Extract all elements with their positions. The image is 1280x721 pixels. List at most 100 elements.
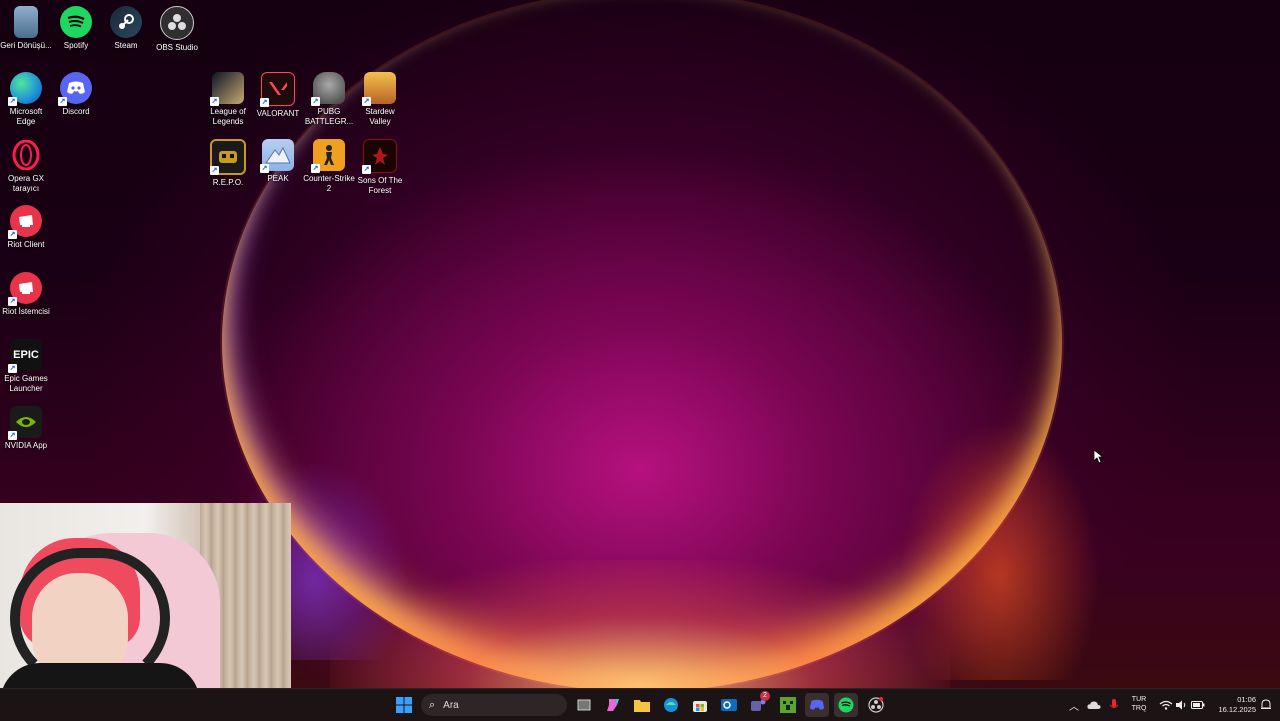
clock-time: 01:06 bbox=[1237, 695, 1256, 704]
stardew-valley-icon: ↗ bbox=[362, 72, 396, 106]
pubg-icon: ↗ bbox=[311, 72, 345, 106]
taskbar-clock[interactable]: 01:06 16.12.2025 bbox=[1208, 695, 1256, 715]
desktop-icon-label: Spotify bbox=[63, 41, 89, 50]
chevron-up-icon: ︿ bbox=[1069, 701, 1079, 713]
desktop-icon-nvidia[interactable]: ↗ NVIDIA App bbox=[0, 406, 52, 451]
sons-of-the-forest-icon: ↗ bbox=[362, 139, 397, 174]
desktop-icon-label: Counter-Strike 2 bbox=[303, 174, 355, 193]
desktop-icon-sons-of-the-forest[interactable]: ↗ Sons Of The Forest bbox=[354, 139, 406, 196]
desktop-icon-counter-strike[interactable]: ↗ Counter-Strike 2 bbox=[303, 139, 355, 194]
task-view-button[interactable] bbox=[572, 693, 596, 717]
epic-games-icon: EPIC ↗ bbox=[8, 339, 42, 373]
spotify-icon bbox=[838, 697, 854, 713]
desktop-icon-repo[interactable]: ↗ R.E.P.O. bbox=[202, 139, 254, 188]
store-button[interactable] bbox=[688, 693, 712, 717]
copilot-button[interactable] bbox=[601, 693, 625, 717]
opera-gx-icon bbox=[10, 139, 42, 171]
peak-icon: ↗ bbox=[260, 139, 294, 173]
desktop-icon-riot-client[interactable]: ↗ Riot Client bbox=[0, 205, 52, 250]
minecraft-button[interactable] bbox=[776, 693, 800, 717]
obs-taskbar-button[interactable] bbox=[864, 693, 888, 717]
desktop-icon-league-of-legends[interactable]: ↗ League of Legends bbox=[202, 72, 254, 127]
keyboard-layout: TRQ bbox=[1131, 705, 1147, 712]
outlook-button[interactable] bbox=[717, 693, 741, 717]
desktop-icon-label: VALORANT bbox=[256, 109, 300, 118]
edge-taskbar-button[interactable] bbox=[659, 693, 683, 717]
recycle-bin-icon bbox=[14, 6, 38, 38]
task-view-icon bbox=[577, 699, 591, 711]
desktop-icon-label: Discord bbox=[62, 107, 90, 116]
desktop-icon-opera-gx[interactable]: Opera GX tarayıcı bbox=[0, 139, 52, 194]
desktop-icon-steam[interactable]: Steam bbox=[100, 6, 152, 51]
desktop-icon-label: Stardew Valley bbox=[365, 107, 395, 126]
desktop-icon-label: Geri Dönüşü... bbox=[0, 41, 52, 50]
desktop-icon-label: PUBG BATTLEGR... bbox=[304, 107, 354, 126]
desktop-icon-label: NVIDIA App bbox=[4, 441, 48, 450]
desktop-icon-label: Sons Of The Forest bbox=[357, 176, 403, 195]
desktop-icon-label: Riot Client bbox=[7, 240, 45, 249]
spotify-taskbar-button[interactable] bbox=[834, 693, 858, 717]
edge-icon: ↗ bbox=[8, 72, 42, 106]
repo-icon: ↗ bbox=[210, 139, 246, 175]
store-icon bbox=[693, 701, 707, 712]
desktop-icon-valorant[interactable]: ↗ VALORANT bbox=[252, 72, 304, 119]
desktop-icon-label: OBS Studio bbox=[156, 43, 198, 52]
start-icon bbox=[396, 697, 412, 713]
battery-icon bbox=[1191, 701, 1205, 709]
file-explorer-button[interactable] bbox=[630, 693, 654, 717]
language-code: TUR bbox=[1131, 696, 1147, 703]
taskbar: ⌕ Ara 2 ︿ TUR TRQ 01:06 16.12.2025 bbox=[0, 688, 1280, 721]
desktop-icon-obs[interactable]: OBS Studio bbox=[151, 6, 203, 53]
microphone-button[interactable] bbox=[1102, 693, 1126, 717]
outlook-icon bbox=[721, 699, 737, 711]
spotify-icon bbox=[60, 6, 92, 38]
obs-icon bbox=[160, 6, 194, 40]
discord-icon bbox=[809, 699, 825, 710]
desktop-icon-label: PEAK bbox=[267, 174, 289, 183]
desktop-icon-pubg[interactable]: ↗ PUBG BATTLEGR... bbox=[303, 72, 355, 127]
battery-button[interactable] bbox=[1186, 693, 1210, 717]
notifications-button[interactable] bbox=[1254, 693, 1278, 717]
desktop-icon-label: Microsoft Edge bbox=[9, 107, 43, 126]
language-indicator[interactable]: TUR TRQ bbox=[1128, 695, 1150, 713]
counter-strike-icon: ↗ bbox=[311, 139, 345, 173]
desktop-icon-label: R.E.P.O. bbox=[212, 178, 244, 187]
riot-client-icon: ↗ bbox=[8, 205, 42, 239]
microphone-icon bbox=[1109, 699, 1119, 708]
minecraft-icon bbox=[780, 697, 796, 713]
desktop-icon-riot-istemcisi[interactable]: ↗ Riot İstemcisi bbox=[0, 272, 52, 317]
taskbar-search-box[interactable]: ⌕ Ara bbox=[421, 694, 567, 716]
desktop-icon-label: Steam bbox=[114, 41, 138, 50]
league-of-legends-icon: ↗ bbox=[210, 72, 244, 106]
desktop-icon-label: Opera GX tarayıcı bbox=[7, 174, 44, 193]
notification-bell-icon bbox=[1261, 699, 1271, 709]
desktop-icon-label: League of Legends bbox=[210, 107, 246, 126]
clock-date: 16.12.2025 bbox=[1218, 705, 1256, 714]
cloud-icon bbox=[1087, 701, 1101, 709]
copilot-icon bbox=[607, 699, 619, 711]
search-icon: ⌕ bbox=[429, 698, 436, 711]
desktop-icon-edge[interactable]: ↗ Microsoft Edge bbox=[0, 72, 52, 127]
desktop-icon-peak[interactable]: ↗ PEAK bbox=[252, 139, 304, 184]
nvidia-icon: ↗ bbox=[8, 406, 42, 440]
search-placeholder: Ara bbox=[443, 699, 459, 711]
file-explorer-icon bbox=[634, 700, 650, 712]
wallpaper-glow bbox=[330, 560, 950, 700]
teams-button[interactable]: 2 bbox=[746, 691, 770, 717]
desktop-icon-spotify[interactable]: Spotify bbox=[50, 6, 102, 51]
discord-icon: ↗ bbox=[58, 72, 92, 106]
start-button[interactable] bbox=[392, 693, 416, 717]
edge-icon bbox=[664, 698, 678, 712]
desktop-icon-label: Epic Games Launcher bbox=[4, 374, 48, 393]
desktop-icon-discord[interactable]: ↗ Discord bbox=[50, 72, 102, 117]
desktop-icon-recycle-bin[interactable]: Geri Dönüşü... bbox=[0, 6, 52, 51]
desktop-icon-stardew-valley[interactable]: ↗ Stardew Valley bbox=[354, 72, 406, 127]
obs-icon bbox=[868, 697, 884, 713]
teams-notification-badge: 2 bbox=[760, 691, 770, 701]
riot-istemcisi-icon: ↗ bbox=[8, 272, 42, 306]
discord-taskbar-button[interactable] bbox=[805, 693, 829, 717]
steam-icon bbox=[110, 6, 142, 38]
valorant-icon: ↗ bbox=[260, 72, 295, 107]
desktop-icon-label: Riot İstemcisi bbox=[2, 307, 50, 316]
desktop-icon-epic-games[interactable]: EPIC ↗ Epic Games Launcher bbox=[0, 339, 52, 394]
